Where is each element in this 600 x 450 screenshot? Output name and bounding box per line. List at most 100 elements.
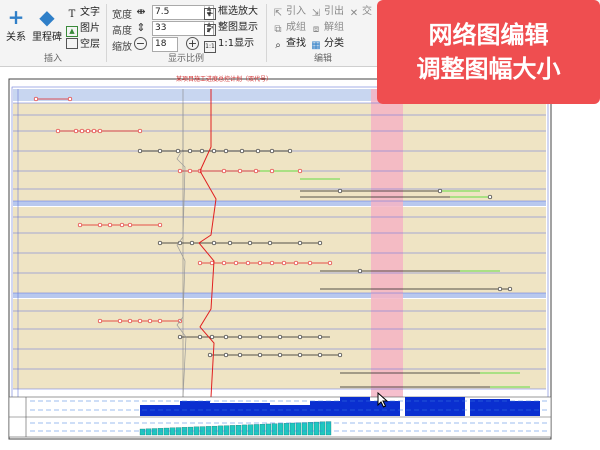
export-button[interactable]: ⇲ 引出: [310, 5, 344, 19]
event-node[interactable]: [147, 318, 153, 324]
milestone-button[interactable]: ◆ 里程碑: [30, 6, 64, 43]
event-node[interactable]: [337, 352, 343, 358]
event-node[interactable]: [327, 260, 333, 266]
event-node[interactable]: [297, 352, 303, 358]
event-node[interactable]: [255, 148, 261, 154]
event-node[interactable]: [187, 148, 193, 154]
event-node[interactable]: [277, 352, 283, 358]
text-button[interactable]: T 文字: [66, 6, 100, 20]
event-node[interactable]: [73, 128, 79, 134]
empty-layer-button[interactable]: 空层: [66, 38, 100, 52]
event-node[interactable]: [117, 318, 123, 324]
event-node[interactable]: [281, 260, 287, 266]
event-node[interactable]: [227, 240, 233, 246]
event-node[interactable]: [221, 168, 227, 174]
event-node[interactable]: [317, 334, 323, 340]
event-node[interactable]: [507, 286, 513, 292]
event-node[interactable]: [245, 260, 251, 266]
event-node[interactable]: [277, 334, 283, 340]
event-node[interactable]: [137, 128, 143, 134]
event-node[interactable]: [55, 128, 61, 134]
event-node[interactable]: [177, 168, 183, 174]
event-node[interactable]: [269, 168, 275, 174]
event-node[interactable]: [119, 222, 125, 228]
event-node[interactable]: [189, 240, 195, 246]
event-node[interactable]: [287, 148, 293, 154]
event-node[interactable]: [269, 260, 275, 266]
import-button[interactable]: ⇱ 引入: [272, 5, 306, 19]
event-node[interactable]: [157, 240, 163, 246]
event-node[interactable]: [269, 148, 275, 154]
event-node[interactable]: [317, 352, 323, 358]
one-to-one-button[interactable]: 1:1 1:1显示: [204, 37, 254, 53]
event-node[interactable]: [487, 194, 493, 200]
event-node[interactable]: [197, 260, 203, 266]
relation-button[interactable]: + 关系: [4, 6, 28, 43]
fit-view-button[interactable]: ⤢ 整图显示: [204, 21, 258, 36]
event-node[interactable]: [137, 318, 143, 324]
event-node[interactable]: [33, 96, 39, 102]
event-node[interactable]: [297, 240, 303, 246]
zoom-out-icon[interactable]: −: [134, 37, 147, 50]
event-node[interactable]: [199, 148, 205, 154]
event-node[interactable]: [293, 260, 299, 266]
event-node[interactable]: [297, 334, 303, 340]
event-node[interactable]: [137, 148, 143, 154]
event-node[interactable]: [211, 148, 217, 154]
event-node[interactable]: [223, 148, 229, 154]
highlighted-time-column[interactable]: [371, 89, 403, 437]
classify-button[interactable]: ▦ 分类: [310, 37, 344, 51]
zoom-input[interactable]: 18: [152, 37, 178, 52]
event-node[interactable]: [91, 128, 97, 134]
event-node[interactable]: [211, 240, 217, 246]
event-node[interactable]: [357, 268, 363, 274]
event-node[interactable]: [437, 188, 443, 194]
event-node[interactable]: [85, 128, 91, 134]
cross-button[interactable]: ✕ 交: [348, 5, 372, 19]
event-node[interactable]: [297, 168, 303, 174]
event-node[interactable]: [267, 240, 273, 246]
event-node[interactable]: [257, 352, 263, 358]
event-node[interactable]: [317, 240, 323, 246]
box-zoom-button[interactable]: + 框选放大: [204, 5, 258, 20]
event-node[interactable]: [197, 334, 203, 340]
event-node[interactable]: [237, 352, 243, 358]
network-diagram[interactable]: [0, 67, 600, 450]
event-node[interactable]: [107, 222, 113, 228]
event-node[interactable]: [209, 334, 215, 340]
zoom-in-icon[interactable]: +: [186, 37, 199, 50]
event-node[interactable]: [307, 260, 313, 266]
event-node[interactable]: [79, 128, 85, 134]
event-node[interactable]: [175, 148, 181, 154]
event-node[interactable]: [157, 318, 163, 324]
event-node[interactable]: [77, 222, 83, 228]
event-node[interactable]: [253, 168, 259, 174]
event-node[interactable]: [67, 96, 73, 102]
find-button[interactable]: ⌕ 查找: [272, 37, 306, 51]
event-node[interactable]: [257, 334, 263, 340]
event-node[interactable]: [157, 222, 163, 228]
event-node[interactable]: [157, 148, 163, 154]
ungroup-button[interactable]: ⧈ 解组: [310, 21, 344, 35]
event-node[interactable]: [187, 168, 193, 174]
event-node[interactable]: [237, 334, 243, 340]
event-node[interactable]: [233, 260, 239, 266]
event-node[interactable]: [337, 188, 343, 194]
event-node[interactable]: [207, 352, 213, 358]
event-node[interactable]: [127, 318, 133, 324]
event-node[interactable]: [223, 334, 229, 340]
event-node[interactable]: [127, 222, 133, 228]
event-node[interactable]: [221, 260, 227, 266]
event-node[interactable]: [257, 260, 263, 266]
event-node[interactable]: [239, 148, 245, 154]
group-button[interactable]: ⧉ 成组: [272, 21, 306, 35]
event-node[interactable]: [97, 222, 103, 228]
event-node[interactable]: [209, 260, 215, 266]
event-node[interactable]: [177, 334, 183, 340]
network-diagram-canvas[interactable]: 网络图编辑 调整图幅大小 某项目施工进度总控计划（双代号）: [0, 0, 600, 450]
event-node[interactable]: [247, 240, 253, 246]
event-node[interactable]: [97, 318, 103, 324]
event-node[interactable]: [497, 286, 503, 292]
event-node[interactable]: [237, 168, 243, 174]
event-node[interactable]: [97, 128, 103, 134]
